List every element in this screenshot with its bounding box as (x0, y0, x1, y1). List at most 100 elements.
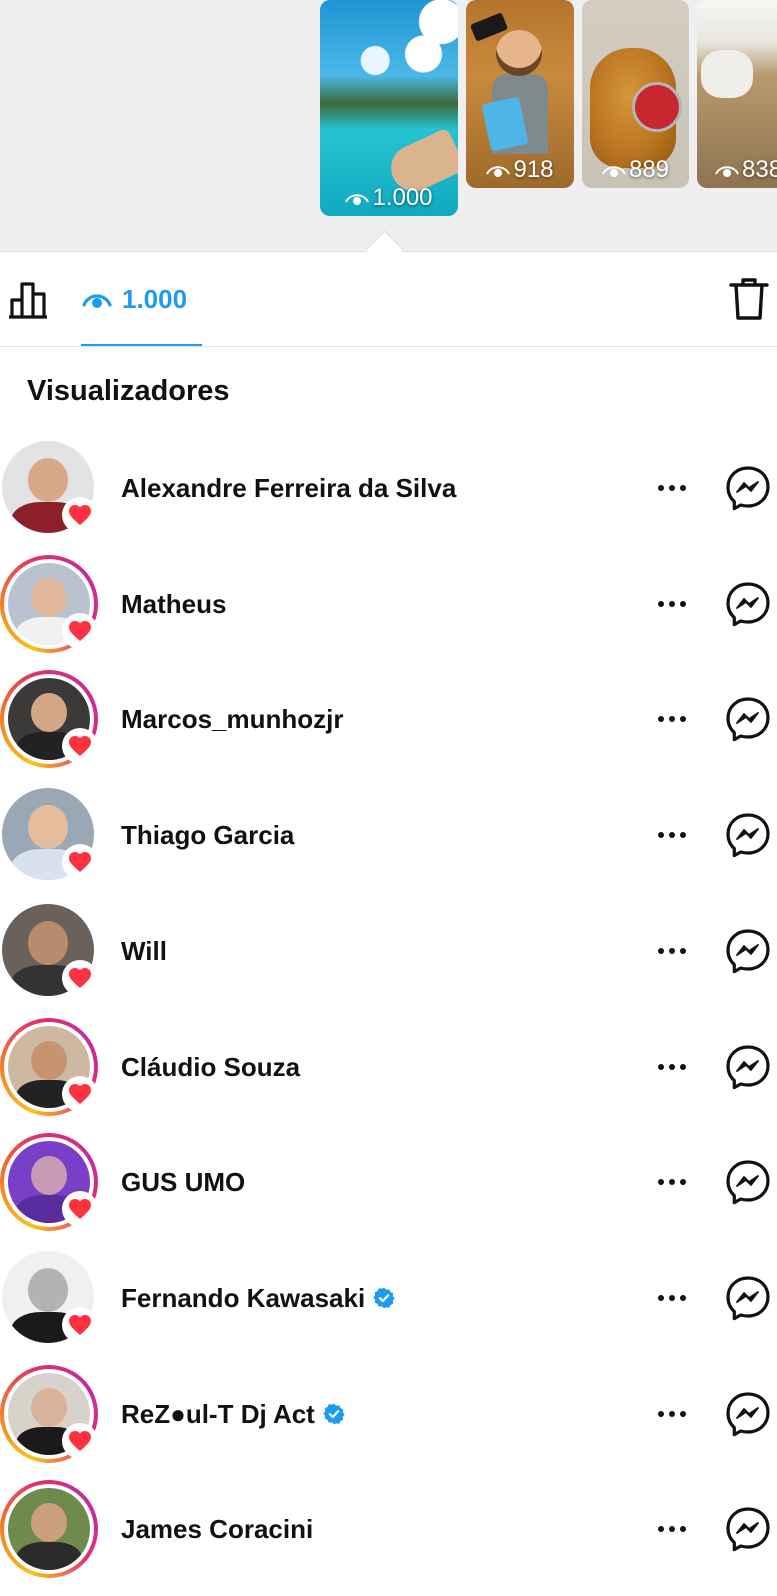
delete-story-button[interactable] (728, 276, 770, 322)
more-horizontal-icon (658, 601, 664, 607)
send-message-button[interactable] (725, 1506, 771, 1552)
more-options-button[interactable] (652, 936, 692, 966)
send-message-button[interactable] (725, 812, 771, 858)
avatar[interactable] (0, 1249, 98, 1347)
story-thumbnail[interactable]: 889 (582, 0, 689, 188)
viewer-row[interactable]: Marcos_munhozjr (0, 670, 777, 786)
more-horizontal-icon (669, 1526, 675, 1532)
messenger-icon (726, 1276, 770, 1321)
more-horizontal-icon (680, 601, 686, 607)
avatar[interactable] (0, 902, 98, 1000)
heart-icon (69, 621, 91, 641)
send-message-button[interactable] (725, 1159, 771, 1205)
eye-icon (345, 194, 370, 205)
viewer-name: Fernando Kawasaki (121, 1283, 366, 1313)
avatar[interactable] (0, 670, 98, 768)
profile-photo (8, 1488, 90, 1570)
more-horizontal-icon (658, 485, 664, 491)
more-options-button[interactable] (652, 1514, 692, 1544)
viewer-name-group[interactable]: GUS UMO (121, 1133, 245, 1231)
liked-badge (62, 613, 98, 649)
avatar[interactable] (0, 1133, 98, 1231)
avatar[interactable] (0, 1365, 98, 1463)
viewer-row[interactable]: Will (0, 902, 777, 1018)
send-message-button[interactable] (725, 1044, 771, 1090)
profile-photo-detail (16, 1542, 82, 1570)
viewer-name: Marcos_munhozjr (121, 704, 344, 734)
more-options-button[interactable] (652, 820, 692, 850)
messenger-icon (726, 582, 770, 627)
viewer-row[interactable]: Cláudio Souza (0, 1018, 777, 1134)
send-message-button[interactable] (725, 1391, 771, 1437)
avatar[interactable] (0, 439, 98, 537)
profile-photo-detail (30, 1040, 68, 1081)
more-options-button[interactable] (652, 473, 692, 503)
messenger-icon (726, 1507, 770, 1552)
profile-photo-detail (30, 1502, 68, 1543)
viewer-name-group[interactable]: Thiago Garcia (121, 786, 294, 884)
insights-button[interactable] (6, 276, 50, 320)
more-options-button[interactable] (652, 1283, 692, 1313)
viewer-name: Alexandre Ferreira da Silva (121, 473, 457, 503)
send-message-button[interactable] (725, 928, 771, 974)
viewer-row[interactable]: Matheus (0, 555, 777, 671)
profile-photo-detail (27, 1267, 69, 1312)
profile-photo-detail (30, 577, 68, 618)
viewer-row[interactable]: James Coracini (0, 1480, 777, 1596)
more-options-button[interactable] (652, 1052, 692, 1082)
heart-icon (69, 968, 91, 988)
viewer-name-group[interactable]: Fernando Kawasaki (121, 1249, 395, 1347)
liked-badge (62, 1191, 98, 1227)
viewer-row[interactable]: Alexandre Ferreira da Silva (0, 439, 777, 555)
send-message-button[interactable] (725, 581, 771, 627)
eye-icon (602, 166, 626, 177)
viewer-row[interactable]: Fernando Kawasaki (0, 1249, 777, 1365)
liked-badge (62, 1423, 98, 1459)
story-strip: 1.000 918 889 838 (0, 0, 777, 252)
more-horizontal-icon (658, 1411, 664, 1417)
heart-icon (69, 852, 91, 872)
more-horizontal-icon (658, 1064, 664, 1070)
viewer-name-group[interactable]: James Coracini (121, 1480, 313, 1578)
more-horizontal-icon (680, 948, 686, 954)
viewer-name: GUS UMO (121, 1167, 246, 1197)
more-options-button[interactable] (652, 1167, 692, 1197)
story-thumbnail-selected[interactable]: 1.000 (320, 0, 458, 216)
story-thumbnail[interactable]: 838 (697, 0, 777, 188)
avatar[interactable] (0, 786, 98, 884)
viewer-name: Matheus (121, 589, 227, 619)
heart-icon (69, 1199, 91, 1219)
viewer-name-group[interactable]: Matheus (121, 555, 226, 653)
avatar[interactable] (0, 1018, 98, 1116)
story-view-count-text: 889 (628, 156, 670, 183)
viewer-name-group[interactable]: Will (121, 902, 167, 1000)
story-thumbnail[interactable]: 918 (466, 0, 574, 188)
tab-viewers[interactable]: 1.000 (82, 282, 187, 316)
verified-badge-icon (373, 1287, 395, 1309)
story-view-count-text: 1.000 (372, 184, 433, 211)
viewer-name-group[interactable]: Alexandre Ferreira da Silva (121, 439, 456, 537)
messenger-icon (726, 697, 770, 742)
more-horizontal-icon (680, 1064, 686, 1070)
send-message-button[interactable] (725, 465, 771, 511)
avatar[interactable] (0, 555, 98, 653)
viewer-name-group[interactable]: Marcos_munhozjr (121, 670, 344, 768)
viewer-row[interactable]: GUS UMO (0, 1133, 777, 1249)
viewer-name-group[interactable]: Cláudio Souza (121, 1018, 300, 1116)
send-message-button[interactable] (725, 696, 771, 742)
viewer-row[interactable]: Thiago Garcia (0, 786, 777, 902)
active-tab-indicator (81, 344, 202, 346)
more-horizontal-icon (680, 716, 686, 722)
more-horizontal-icon (669, 1064, 675, 1070)
more-options-button[interactable] (652, 704, 692, 734)
more-horizontal-icon (658, 1179, 664, 1185)
more-options-button[interactable] (652, 1399, 692, 1429)
viewer-row[interactable]: ReZ●ul-T Dj Act (0, 1365, 777, 1481)
messenger-icon (726, 1160, 770, 1205)
send-message-button[interactable] (725, 1275, 771, 1321)
avatar[interactable] (0, 1480, 98, 1578)
more-horizontal-icon (658, 1526, 664, 1532)
more-options-button[interactable] (652, 589, 692, 619)
heart-icon (69, 1431, 91, 1451)
viewer-name-group[interactable]: ReZ●ul-T Dj Act (121, 1365, 345, 1463)
